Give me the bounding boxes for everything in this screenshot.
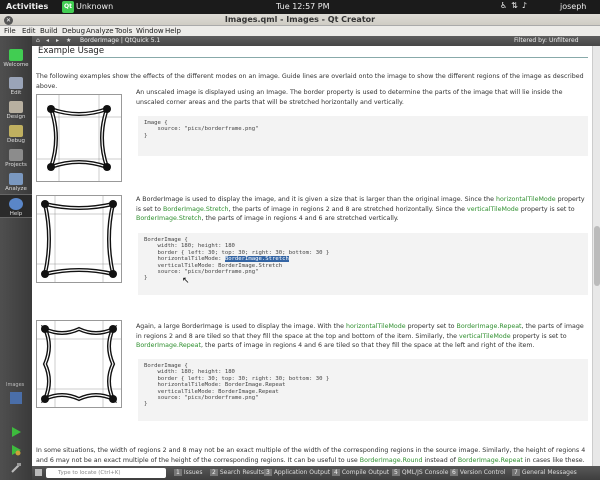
run-icon[interactable] [10,426,22,438]
menu-analyze[interactable]: Analyze [86,27,114,35]
scrollbar-thumb[interactable] [594,226,600,286]
app-menu-label[interactable]: Unknown [76,2,113,11]
window-title: Images.qml - Images - Qt Creator [224,15,376,24]
heading-rule [38,57,588,58]
project-selector-label[interactable]: Images [6,382,24,388]
help-content: Example Usage The following examples sho… [32,46,592,466]
example2-text: A BorderImage is used to display the ima… [136,196,585,222]
link-repeat[interactable]: BorderImage.Repeat [458,457,523,464]
stretched-frame-image [36,195,122,283]
selected-text: BorderImage.Stretch [224,256,289,263]
example4-text: In some situations, the width of regions… [36,447,586,464]
kit-selector-icon[interactable] [10,392,22,404]
vertical-scrollbar[interactable] [592,46,600,466]
home-icon[interactable]: ⌂ [36,37,40,44]
toggle-sidebar-icon[interactable] [35,469,42,476]
output-pane-bar: Type to locate (Ctrl+K) 1 Issues 2 Search … [32,466,600,480]
section-heading: Example Usage [38,46,105,56]
example1-text: An unscaled image is displayed using an … [136,89,563,106]
link-stretch[interactable]: BorderImage.Stretch [163,206,229,213]
design-icon [9,101,23,113]
activities-button[interactable]: Activities [6,2,48,11]
link-horizontalTileMode[interactable]: horizontalTileMode [346,323,406,330]
mode-analyze[interactable]: Analyze [0,170,32,194]
volume-icon[interactable]: ♪ [522,1,531,10]
mode-edit[interactable]: Edit [0,74,32,98]
unscaled-frame-image [36,94,122,182]
pane-application-output[interactable]: 3 Application Output [264,469,330,476]
pane-issues[interactable]: 1 Issues [174,469,202,476]
link-repeat[interactable]: BorderImage.Repeat [136,342,201,349]
projects-icon [9,149,23,161]
forward-icon[interactable]: ▸ [56,37,59,44]
tiled-frame-image [36,320,122,408]
menu-debug[interactable]: Debug [62,27,85,35]
document-combo[interactable]: BorderImage | QtQuick 5.1 [80,37,160,44]
locator-input[interactable]: Type to locate (Ctrl+K) [46,468,166,478]
menu-edit[interactable]: Edit [22,27,36,35]
network-icon[interactable]: ⇅ [511,1,522,10]
link-repeat[interactable]: BorderImage.Repeat [457,323,522,330]
bookmark-icon[interactable]: ★ [66,37,71,44]
window-titlebar: ✕ Images.qml - Images - Qt Creator [0,14,600,26]
pane-search-results[interactable]: 2 Search Results [210,469,264,476]
example3-text: Again, a large BorderImage is used to di… [136,323,584,349]
filter-combo[interactable]: Filtered by: Unfiltered [514,37,579,44]
menu-bar: File Edit Build Debug Analyze Tools Wind… [0,26,600,36]
help-toolbar: ⌂ ◂ ▸ ★ BorderImage | QtQuick 5.1 Filter… [32,36,600,46]
mouse-pointer-icon: ↖ [182,276,190,286]
example1-code: Image { source: "pics/borderframe.png" } [138,116,588,156]
link-horizontalTileMode[interactable]: horizontalTileMode [496,196,556,203]
link-verticalTileMode[interactable]: verticalTileMode [459,333,511,340]
build-icon[interactable] [10,462,22,474]
mode-design[interactable]: Design [0,98,32,122]
menu-help[interactable]: Help [165,27,181,35]
menu-tools[interactable]: Tools [115,27,132,35]
help-icon [9,198,23,210]
link-round[interactable]: BorderImage.Round [360,457,423,464]
link-stretch[interactable]: BorderImage.Stretch [136,215,202,222]
pane-qml-console[interactable]: 5 QML/JS Console [392,469,448,476]
qt-app-icon[interactable]: Qt [62,1,74,13]
mode-welcome[interactable]: Welcome [0,46,32,70]
accessibility-icon[interactable]: ♿ [500,1,511,10]
debug-run-icon[interactable] [10,444,22,456]
gnome-top-bar: Activities Qt Unknown Tue 12:57 PM ♿⇅♪ j… [0,0,600,14]
example2-code: BorderImage { width: 180; height: 180 bo… [138,233,588,295]
mode-projects[interactable]: Projects [0,146,32,170]
debug-icon [9,125,23,137]
user-menu[interactable]: joseph [560,2,586,11]
link-verticalTileMode[interactable]: verticalTileMode [467,206,519,213]
edit-icon [9,77,23,89]
menu-build[interactable]: Build [40,27,58,35]
menu-file[interactable]: File [4,27,16,35]
analyze-icon [9,173,23,185]
mode-debug[interactable]: Debug [0,122,32,146]
menu-window[interactable]: Window [136,27,164,35]
example3-code: BorderImage { width: 180; height: 180 bo… [138,359,588,421]
qt-logo-icon [9,49,23,61]
pane-version-control[interactable]: 6 Version Control [450,469,506,476]
mode-help[interactable]: Help [0,194,32,218]
back-icon[interactable]: ◂ [46,37,49,44]
pane-compile-output[interactable]: 4 Compile Output [332,469,389,476]
clock[interactable]: Tue 12:57 PM [276,2,330,11]
mode-selector: Welcome Edit Design Debug Projects Analy… [0,36,32,480]
system-tray[interactable]: ♿⇅♪ [500,1,531,10]
pane-general-messages[interactable]: 7 General Messages [512,469,577,476]
